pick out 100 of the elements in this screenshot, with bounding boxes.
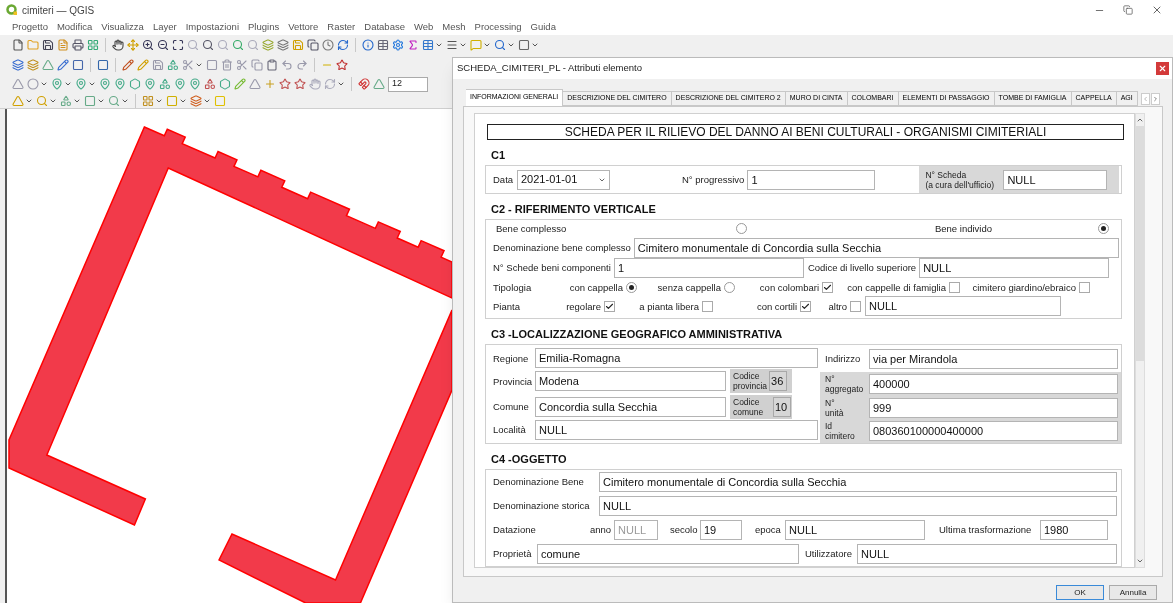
pencil-icon[interactable]: [57, 59, 69, 71]
caret-icon[interactable]: [483, 41, 491, 49]
refresh-icon[interactable]: [337, 39, 349, 51]
menu-item[interactable]: Guida: [530, 20, 556, 35]
close-button[interactable]: [1156, 62, 1169, 75]
radio-button[interactable]: [1098, 223, 1109, 235]
text-field[interactable]: 1980: [1040, 519, 1108, 540]
dialog-button[interactable]: OK: [1056, 585, 1104, 600]
close-icon[interactable]: [1151, 4, 1163, 16]
menu-item[interactable]: Web: [413, 20, 434, 35]
hexagon-icon[interactable]: [129, 78, 141, 90]
text-field[interactable]: Modena: [535, 371, 726, 392]
text-field[interactable]: Emilia-Romagna: [535, 348, 818, 369]
text-field[interactable]: 999: [869, 397, 1118, 418]
sigma-icon[interactable]: [407, 39, 419, 51]
checkbox[interactable]: [822, 281, 833, 293]
text-field[interactable]: 400000: [869, 374, 1118, 395]
shapes-icon[interactable]: [204, 78, 216, 90]
caret-icon[interactable]: [507, 41, 515, 49]
layers-icon[interactable]: [277, 39, 289, 51]
caret-icon[interactable]: [195, 61, 203, 69]
star-icon[interactable]: [294, 78, 306, 90]
dialog-button[interactable]: Annulla: [1109, 585, 1157, 600]
table-icon[interactable]: [377, 39, 389, 51]
text-field[interactable]: 1: [747, 169, 876, 190]
tab-scroll-right-icon[interactable]: [1151, 92, 1160, 105]
text-field[interactable]: 1: [613, 257, 804, 278]
pin-icon[interactable]: [174, 78, 186, 90]
shapes-icon[interactable]: [159, 78, 171, 90]
menu-item[interactable]: Database: [364, 20, 405, 35]
text-field[interactable]: comune: [537, 543, 799, 564]
hexagon-icon[interactable]: [219, 78, 231, 90]
text-field[interactable]: NULL: [919, 257, 1110, 278]
radio-button[interactable]: [736, 223, 747, 235]
checkbox[interactable]: [1079, 281, 1090, 293]
checkbox[interactable]: [800, 300, 811, 312]
layers-icon[interactable]: [12, 59, 24, 71]
menu-item[interactable]: Impostazioni: [185, 20, 239, 35]
scrollbar[interactable]: [1135, 113, 1145, 568]
settings-icon[interactable]: [392, 39, 404, 51]
menu-item[interactable]: Plugins: [248, 20, 280, 35]
scroll-up-icon[interactable]: [1136, 116, 1144, 124]
checkbox[interactable]: [850, 300, 861, 312]
hand-icon[interactable]: [112, 39, 124, 51]
caret-icon[interactable]: [459, 41, 467, 49]
menu-item[interactable]: Modifica: [56, 20, 93, 35]
scroll-down-icon[interactable]: [1136, 557, 1144, 565]
date-combo[interactable]: 2021-01-01: [517, 169, 610, 190]
layers-icon[interactable]: [262, 39, 274, 51]
search-icon[interactable]: [494, 39, 506, 51]
maximize-icon[interactable]: [172, 39, 184, 51]
menu-item[interactable]: Mesh: [442, 20, 466, 35]
pencil-icon[interactable]: [122, 59, 134, 71]
magnet-icon[interactable]: [358, 78, 370, 90]
menu-item[interactable]: Processing: [474, 20, 522, 35]
text-field[interactable]: 080360100000400000: [869, 420, 1118, 441]
text-field[interactable]: Concordia sulla Secchia: [535, 396, 726, 417]
menu-item[interactable]: Progetto: [12, 20, 48, 35]
menu-item[interactable]: Raster: [327, 20, 356, 35]
text-field[interactable]: NULL: [599, 495, 1117, 516]
restore-icon[interactable]: [1123, 5, 1133, 15]
clipboard-icon[interactable]: [266, 59, 278, 71]
text-field[interactable]: NULL: [1003, 169, 1108, 190]
caret-icon[interactable]: [337, 80, 345, 88]
text-field[interactable]: NULL: [857, 543, 1117, 564]
copy-icon[interactable]: [251, 59, 263, 71]
zoom-in-icon[interactable]: [142, 39, 154, 51]
text-field[interactable]: 10: [773, 396, 791, 417]
caret-icon[interactable]: [435, 41, 443, 49]
text-field[interactable]: 36: [769, 371, 788, 392]
redo-icon[interactable]: [296, 59, 308, 71]
star-icon[interactable]: [336, 59, 348, 71]
menu-item[interactable]: Layer: [152, 20, 177, 35]
checkbox[interactable]: [949, 281, 960, 293]
shapes-icon[interactable]: [167, 59, 179, 71]
menu-item[interactable]: Vettore: [288, 20, 319, 35]
star-icon[interactable]: [279, 78, 291, 90]
text-field[interactable]: Cimitero monumentale di Concordia sulla Secchia: [633, 237, 1119, 258]
undo-icon[interactable]: [281, 59, 293, 71]
radio-button[interactable]: [626, 281, 637, 293]
text-field[interactable]: NULL: [535, 420, 818, 440]
save-icon[interactable]: [42, 39, 54, 51]
caret-icon[interactable]: [531, 41, 539, 49]
text-field[interactable]: via per Mirandola: [869, 348, 1118, 369]
search-icon[interactable]: [202, 39, 214, 51]
zoom-out-icon[interactable]: [157, 39, 169, 51]
pin-icon[interactable]: [144, 78, 156, 90]
layers-icon[interactable]: [27, 59, 39, 71]
pin-icon[interactable]: [114, 78, 126, 90]
table-icon[interactable]: [422, 39, 434, 51]
clock-icon[interactable]: [322, 39, 334, 51]
pencil-icon[interactable]: [234, 78, 246, 90]
search-icon[interactable]: [232, 39, 244, 51]
text-field[interactable]: NULL: [865, 296, 1061, 317]
square-icon[interactable]: [72, 59, 84, 71]
text-field[interactable]: 19: [700, 519, 742, 540]
radio-button[interactable]: [724, 281, 735, 293]
pin-icon[interactable]: [189, 78, 201, 90]
trash-icon[interactable]: [221, 59, 233, 71]
text-field[interactable]: NULL: [785, 519, 925, 540]
